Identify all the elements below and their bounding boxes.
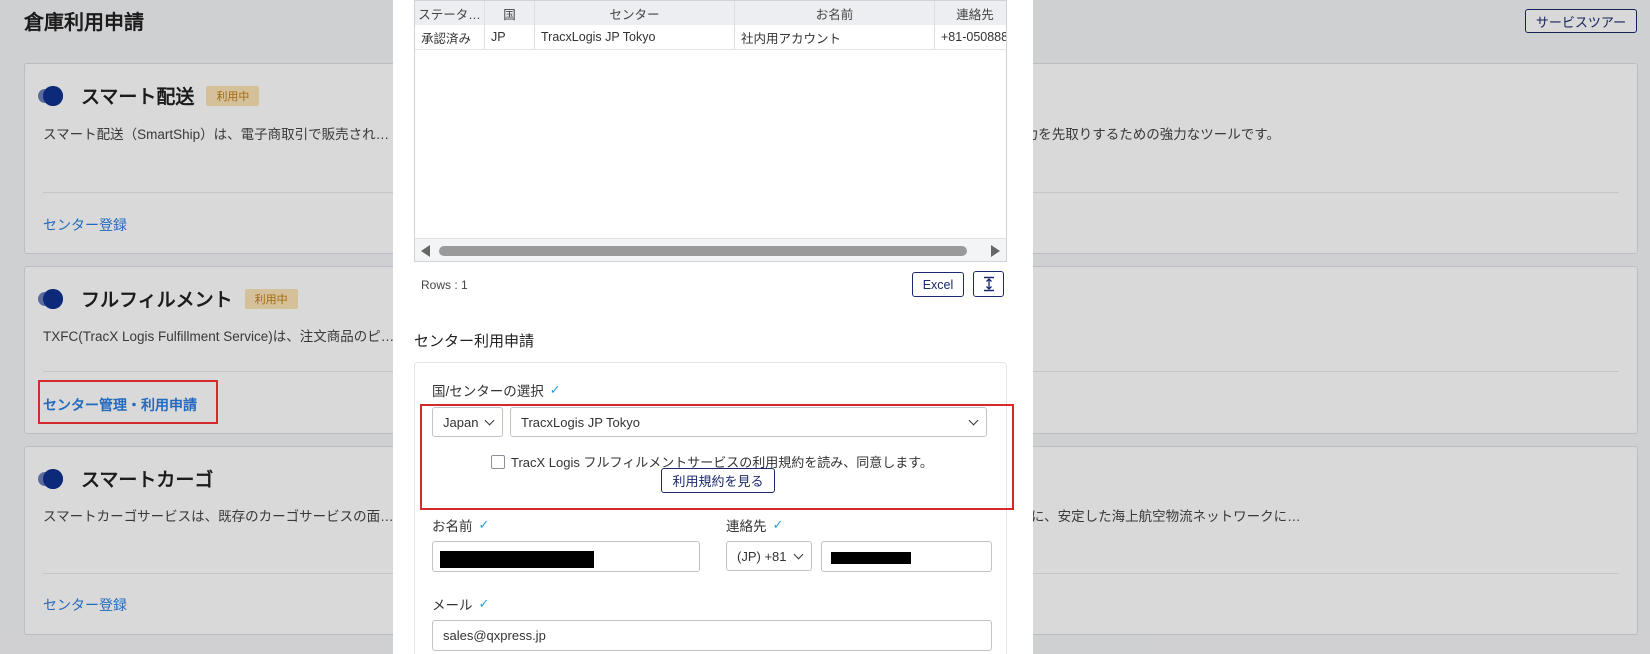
column-header-status[interactable]: ステータ… xyxy=(415,1,485,25)
field-label-text: 連絡先 xyxy=(726,519,767,534)
scroll-right-icon[interactable] xyxy=(991,245,1000,257)
horizontal-scrollbar[interactable] xyxy=(415,238,1006,261)
cell-contact: +81-0508882 xyxy=(941,30,1006,44)
email-input[interactable]: sales@qxpress.jp xyxy=(432,620,992,651)
field-label-text: 国/センターの選択 xyxy=(432,384,544,399)
cell-status: 承認済み xyxy=(415,25,485,49)
column-header-contact[interactable]: 連絡先 xyxy=(935,1,1006,25)
name-input[interactable] xyxy=(432,541,700,572)
redacted-value xyxy=(831,552,911,564)
redacted-value xyxy=(440,551,594,568)
field-label-text: メール xyxy=(432,598,473,613)
cell-center: TracxLogis JP Tokyo xyxy=(535,25,735,49)
grid-header: ステータ… 国 センター お名前 連絡先 xyxy=(415,1,1006,25)
application-grid: ステータ… 国 センター お名前 連絡先 承認済み JP TracxLogis … xyxy=(414,0,1007,262)
email-value: sales@qxpress.jp xyxy=(443,628,546,643)
cell-name: 社内用アカウント xyxy=(735,25,935,49)
contact-label: 連絡先 ✓ xyxy=(726,515,783,535)
excel-export-button[interactable]: Excel xyxy=(912,272,964,297)
check-icon: ✓ xyxy=(772,517,784,532)
column-header-country[interactable]: 国 xyxy=(485,1,535,25)
email-label: メール ✓ xyxy=(432,594,489,614)
section-title: センター利用申請 xyxy=(414,333,535,350)
rows-count: Rows : 1 xyxy=(421,278,468,292)
phone-code-value: (JP) +81 xyxy=(737,548,787,564)
chevron-down-icon xyxy=(793,549,804,560)
highlight-box xyxy=(38,380,218,424)
center-application-modal: ステータ… 国 センター お名前 連絡先 承認済み JP TracxLogis … xyxy=(393,0,1033,654)
highlight-box xyxy=(420,404,1014,510)
table-row[interactable]: 承認済み JP TracxLogis JP Tokyo 社内用アカウント +81… xyxy=(415,25,1006,50)
column-header-center[interactable]: センター xyxy=(535,1,735,25)
expand-vertical-icon xyxy=(983,276,994,292)
cell-country: JP xyxy=(485,25,535,49)
name-label: お名前 ✓ xyxy=(432,515,489,535)
check-icon: ✓ xyxy=(478,517,490,532)
expand-grid-button[interactable] xyxy=(973,271,1004,297)
column-header-name[interactable]: お名前 xyxy=(735,1,935,25)
check-icon: ✓ xyxy=(478,596,490,611)
scrollbar-thumb[interactable] xyxy=(439,246,967,256)
field-label-text: お名前 xyxy=(432,519,473,534)
phone-input[interactable] xyxy=(821,541,992,572)
scroll-left-icon[interactable] xyxy=(421,245,430,257)
phone-code-select[interactable]: (JP) +81 xyxy=(726,541,812,571)
check-icon: ✓ xyxy=(549,382,561,397)
country-center-label: 国/センターの選択 ✓ xyxy=(432,380,561,400)
